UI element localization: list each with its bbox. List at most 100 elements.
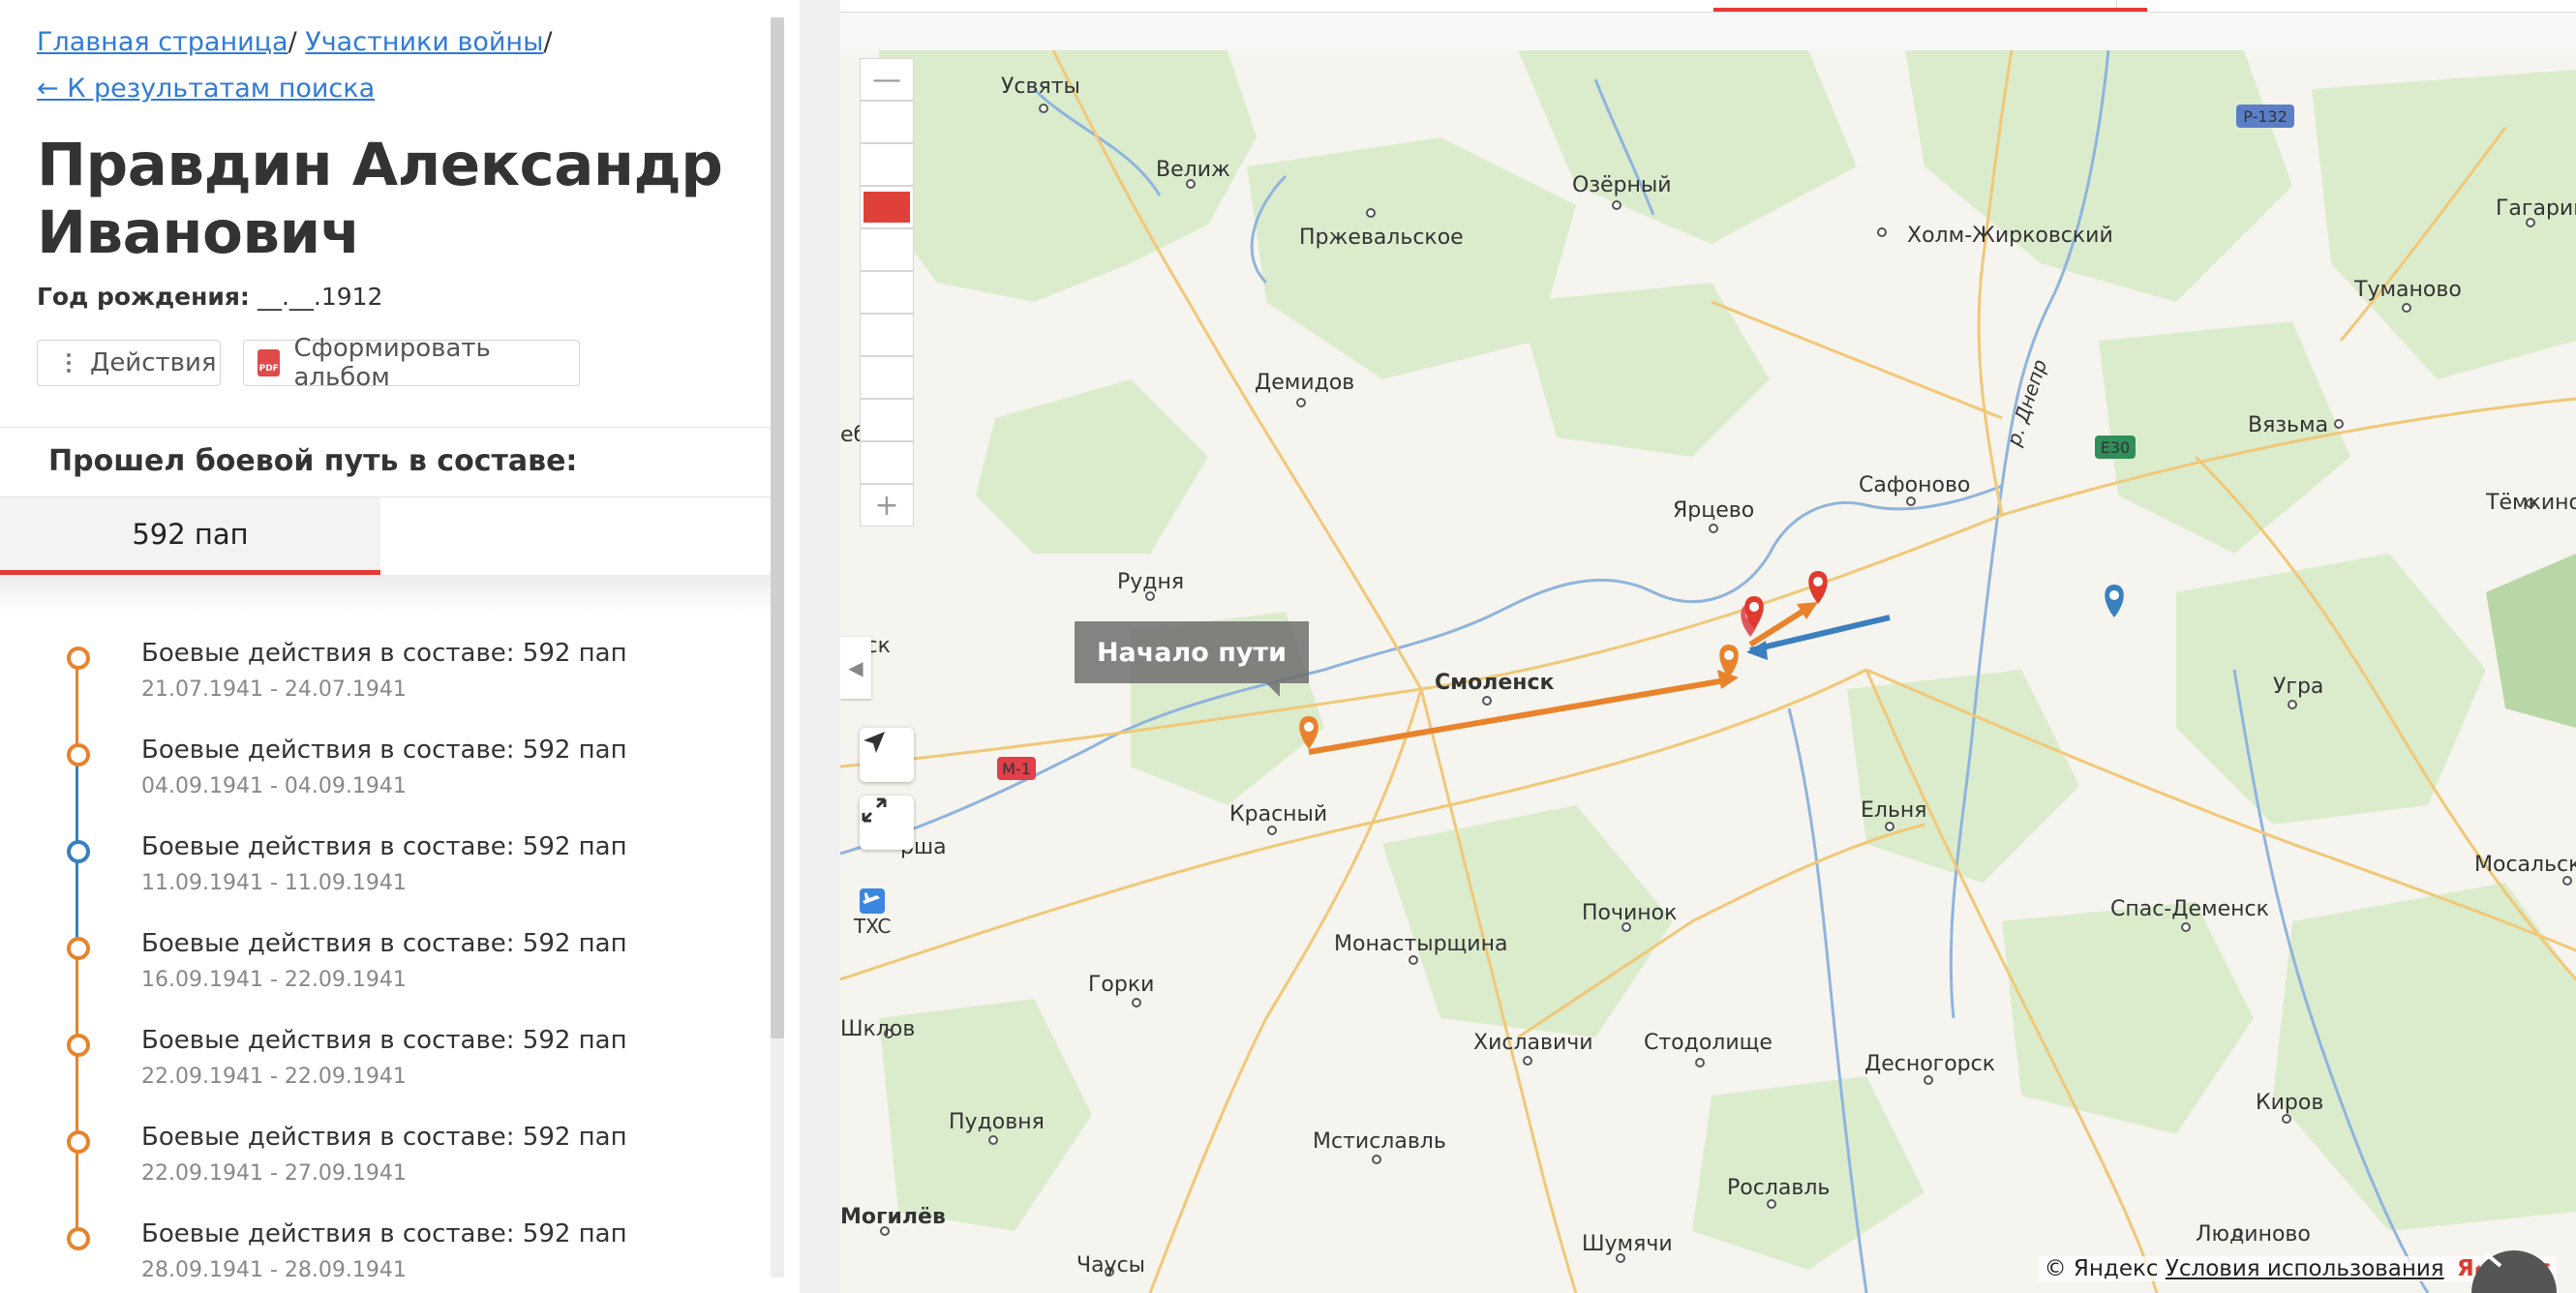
city-label: Десногорск (1864, 1052, 1995, 1076)
fullscreen-button[interactable] (860, 796, 914, 850)
zoom-level-step[interactable] (860, 271, 914, 314)
city-label: Пудовня (949, 1110, 1045, 1134)
chevron-left-icon: ◀ (848, 656, 864, 679)
actions-button[interactable]: Действия (37, 340, 221, 386)
city-label: Монастырщина (1334, 932, 1507, 956)
zoom-level-step[interactable] (860, 143, 914, 186)
battle-route (1308, 602, 1891, 755)
birth-value: __.__.1912 (257, 283, 383, 311)
timeline-item-title: Боевые действия в составе: 592 пап (141, 639, 627, 668)
timeline-dot-icon (67, 1130, 90, 1154)
zoom-level-step[interactable] (860, 314, 914, 356)
city-label: Хиславичи (1473, 1031, 1593, 1055)
breadcrumb: Главная страница/ Участники войны/ (37, 27, 553, 57)
timeline-item-title: Боевые действия в составе: 592 пап (141, 1026, 627, 1055)
city-label: Мстиславль (1313, 1129, 1446, 1154)
city-label: Спас-Деменск (2110, 897, 2269, 921)
route-sign-r132: P-132 (2243, 107, 2288, 126)
zoom-level-step[interactable] (860, 399, 914, 441)
city-label-capital: Смоленск (1435, 671, 1555, 695)
timeline-item[interactable]: Боевые действия в составе: 592 пап 11.09.… (64, 832, 761, 929)
timeline-dot-icon (67, 840, 90, 863)
city-label: Стодолище (1644, 1031, 1773, 1055)
city-label: Рудня (1117, 570, 1184, 594)
timeline-dot-icon (67, 1034, 90, 1057)
tab-unit-592[interactable]: 592 пап (0, 497, 380, 575)
city-label: Ярцево (1673, 498, 1754, 523)
timeline-item[interactable]: Боевые действия в составе: 592 пап 16.09.… (64, 929, 761, 1026)
city-label: Угра (2273, 675, 2323, 699)
city-label: Пржевальское (1299, 226, 1464, 250)
timeline-item-dates: 11.09.1941 - 11.09.1941 (141, 871, 407, 895)
dots-icon (67, 353, 71, 373)
timeline-item[interactable]: Боевые действия в составе: 592 пап 22.09.… (64, 1026, 761, 1123)
city-label: Чаусы (1076, 1253, 1145, 1278)
timeline-dot-icon (67, 743, 90, 767)
actions-button-label: Действия (90, 348, 217, 377)
timeline-item[interactable]: Боевые действия в составе: 592 пап 04.09.… (64, 736, 761, 832)
panel-shadow (0, 575, 771, 614)
pin-icon[interactable] (2105, 585, 2124, 617)
timeline-dot-icon (67, 1227, 90, 1250)
breadcrumb-separator: / (543, 27, 553, 57)
breadcrumb-separator: / (288, 27, 306, 57)
zoom-level-step[interactable] (860, 228, 914, 271)
birth-year: Год рождения: __.__.1912 (37, 283, 382, 311)
timeline-item[interactable]: Боевые действия в составе: 592 пап 28.09.… (64, 1219, 761, 1293)
zoom-level-step[interactable] (860, 101, 914, 143)
timeline-item-dates: 21.07.1941 - 24.07.1941 (141, 677, 407, 702)
city-label: Озёрный (1572, 173, 1672, 197)
city-label: Людиново (2196, 1222, 2311, 1247)
zoom-level-step[interactable] (860, 441, 914, 484)
collapse-panel-button[interactable]: ◀ (840, 637, 871, 699)
fullscreen-icon (862, 797, 887, 823)
zoom-level-step[interactable] (860, 356, 914, 399)
zoom-out-button[interactable]: — (860, 58, 914, 101)
city-label: Могилёв (840, 1205, 946, 1229)
page-title: Правдин Александр Иванович (37, 131, 723, 267)
airport-label: TXC (853, 915, 891, 938)
city-label: Гагарин (2496, 196, 2576, 221)
breadcrumb-participants-link[interactable]: Участники войны (305, 27, 543, 57)
timeline-item-title: Боевые действия в составе: 592 пап (141, 1123, 627, 1152)
city-label: Шклов (840, 1017, 915, 1041)
timeline-item-dates: 04.09.1941 - 04.09.1941 (141, 774, 407, 798)
build-album-button-label: Сформировать альбом (293, 334, 491, 392)
timeline-item[interactable]: Боевые действия в составе: 592 пап 22.09.… (64, 1123, 761, 1219)
timeline-item-title: Боевые действия в составе: 592 пап (141, 832, 627, 861)
scrollbar-thumb[interactable] (771, 17, 784, 1038)
zoom-in-button[interactable]: + (860, 484, 914, 526)
section-title: Прошел боевой путь в составе: (48, 444, 578, 478)
breadcrumb-home-link[interactable]: Главная страница (37, 27, 288, 57)
zoom-level-current[interactable] (860, 186, 914, 228)
arrow-icon (864, 732, 885, 753)
build-album-button[interactable]: PDF Сформировать альбом (243, 334, 580, 392)
pdf-icon: PDF (258, 349, 281, 376)
city-label: Вязьма (2248, 413, 2328, 437)
map[interactable]: M-1 E30 P-132 р. Днепр Усвяты Велиж Озёр… (840, 50, 2576, 1293)
city-label: Велиж (1156, 158, 1230, 182)
airport-icon[interactable]: TXC (853, 888, 891, 938)
timeline-item-title: Боевые действия в составе: 592 пап (141, 929, 627, 958)
birth-label: Год рождения: (37, 283, 250, 311)
map-tab-active-indicator[interactable] (1713, 8, 2147, 12)
terms-link[interactable]: Условия использования (2166, 1256, 2444, 1281)
city-label: Починок (1582, 901, 1677, 925)
chevron-up-icon (2473, 1252, 2502, 1268)
forest-dense (2486, 554, 2576, 728)
divider (0, 427, 771, 428)
timeline-item[interactable]: Боевые действия в составе: 592 пап 21.07.… (64, 639, 761, 736)
timeline-item-dates: 28.09.1941 - 28.09.1941 (141, 1258, 407, 1282)
back-to-results-link[interactable]: ← К результатам поиска (37, 74, 375, 104)
city-label: Сафоново (1859, 473, 1970, 497)
timeline-item-title: Боевые действия в составе: 592 пап (141, 736, 627, 765)
pin-icon[interactable] (1808, 571, 1828, 604)
person-panel: Главная страница/ Участники войны/ ← К р… (0, 0, 800, 1293)
timeline-item-title: Боевые действия в составе: 592 пап (141, 1219, 627, 1248)
city-label: Ельня (1861, 798, 1927, 823)
map-tab-bar (840, 0, 2576, 13)
city-label: Шумячи (1582, 1232, 1673, 1256)
geolocation-button[interactable] (860, 728, 914, 782)
city-label: Демидов (1255, 371, 1354, 395)
route-sign-m1: M-1 (1002, 760, 1031, 778)
